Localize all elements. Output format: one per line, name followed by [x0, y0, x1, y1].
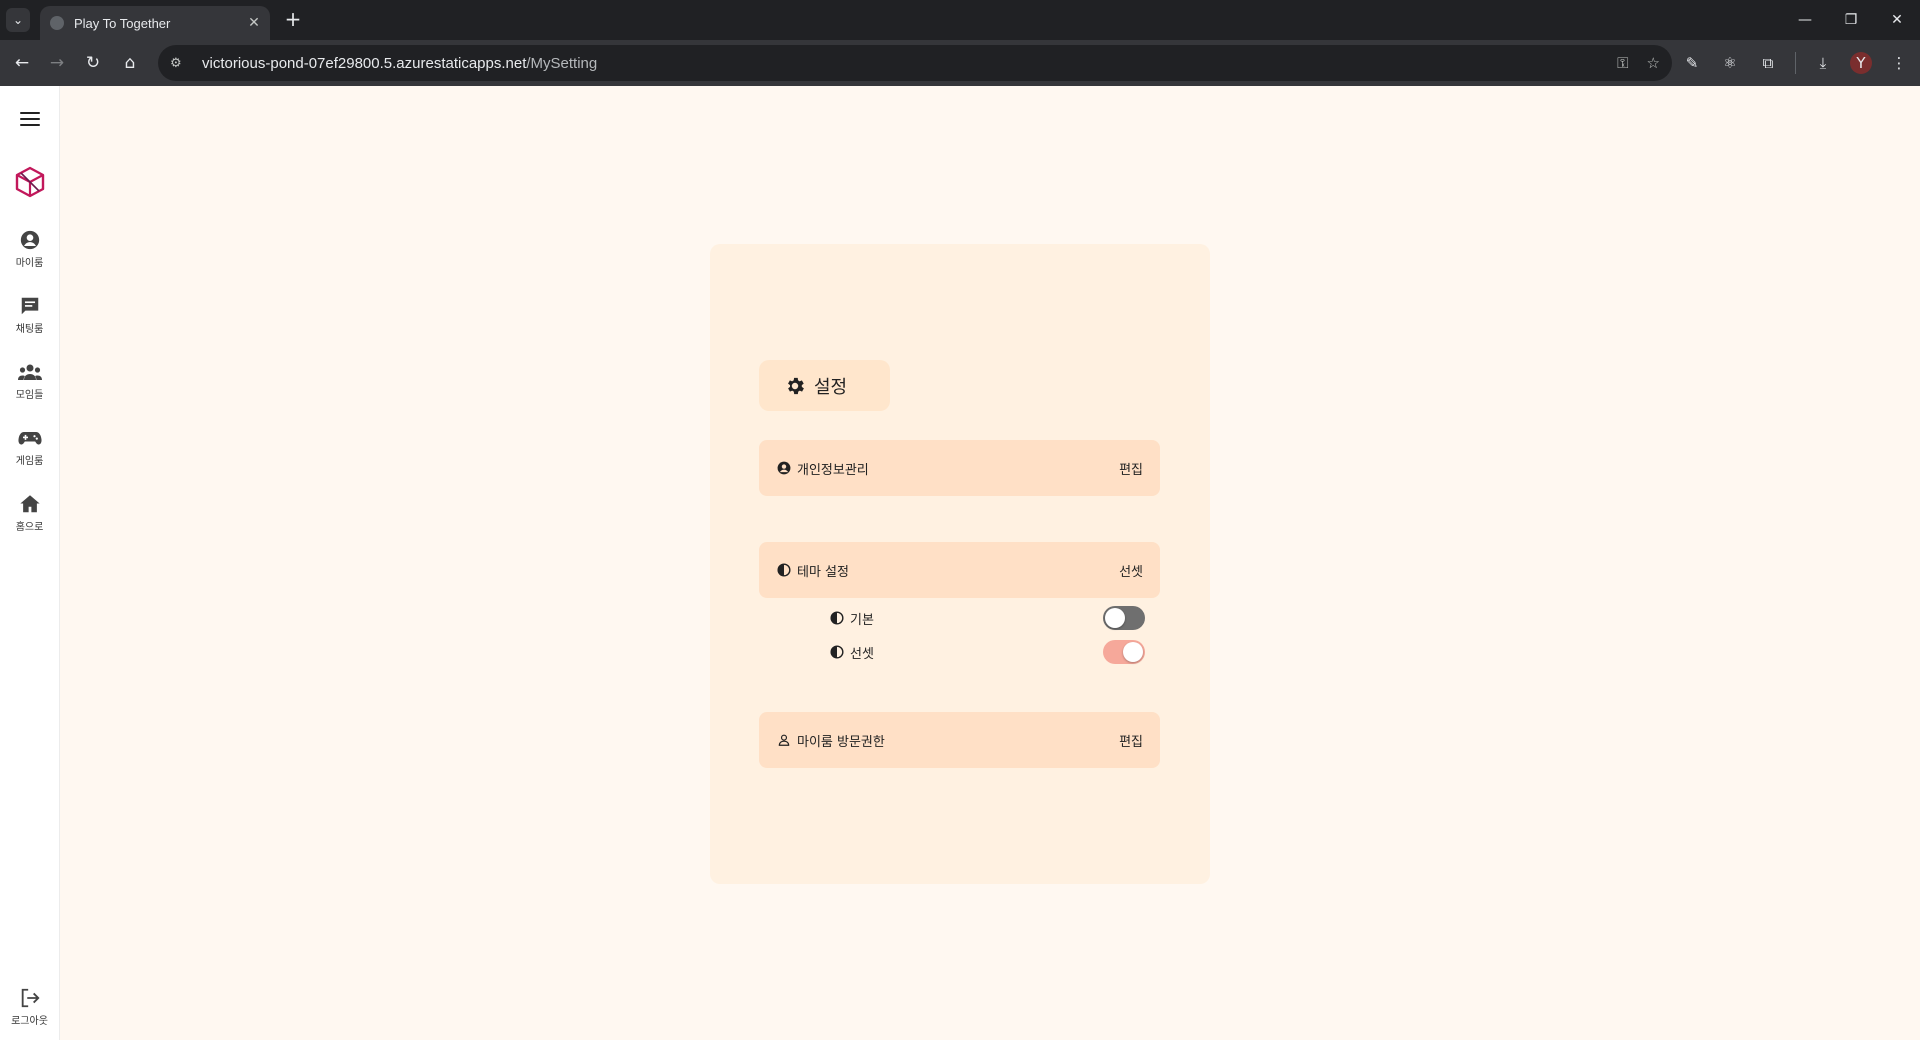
- url-host: victorious-pond-07ef29800.5.azurestatica…: [202, 54, 527, 72]
- forward-icon[interactable]: →: [45, 51, 69, 75]
- react-extension-icon[interactable]: ⚛: [1719, 52, 1741, 74]
- logout-button[interactable]: 로그아웃: [0, 986, 59, 1027]
- profile-avatar[interactable]: Y: [1850, 52, 1872, 74]
- restore-icon[interactable]: ❐: [1828, 0, 1874, 40]
- person-outline-icon: [777, 733, 791, 747]
- privacy-edit-button[interactable]: 편집: [1119, 459, 1143, 478]
- theme-current-value: 선셋: [1119, 564, 1143, 580]
- theme-option-default: 기본: [830, 604, 1160, 632]
- extensions-puzzle-icon[interactable]: ⧉: [1757, 52, 1779, 74]
- visit-permission-label: 마이룸 방문권한: [797, 734, 885, 750]
- browser-toolbar: ← → ↻ ⌂ ⚙ victorious-pond-07ef29800.5.az…: [0, 40, 1920, 86]
- visit-permission-row[interactable]: 마이룸 방문권한 편집: [759, 712, 1160, 768]
- settings-card: 설정 개인정보관리 편집 테마 설정 선셋 기본 선셋 마이룸 방문권한 편집: [710, 244, 1210, 884]
- url-text: victorious-pond-07ef29800.5.azurestatica…: [202, 55, 597, 72]
- bookmark-star-icon[interactable]: ☆: [1647, 54, 1660, 72]
- sidebar-item-label: 마이룸: [15, 258, 44, 269]
- download-icon[interactable]: ⤓: [1812, 52, 1834, 74]
- theme-option-sunset: 선셋: [830, 638, 1160, 666]
- sidebar-item-label: 홈으로: [15, 522, 44, 533]
- reload-icon[interactable]: ↻: [81, 51, 105, 75]
- sidebar-item-label: 채팅룸: [15, 324, 44, 335]
- settings-header: 설정: [759, 360, 890, 411]
- contrast-icon: [830, 611, 844, 625]
- contrast-icon: [830, 645, 844, 659]
- globe-icon: [50, 16, 64, 30]
- theme-settings-row[interactable]: 테마 설정 선셋: [759, 542, 1160, 598]
- close-window-icon[interactable]: ✕: [1874, 0, 1920, 40]
- minimize-icon[interactable]: —: [1782, 0, 1828, 40]
- theme-option-label: 선셋: [850, 646, 874, 662]
- sidebar-item-home[interactable]: 홈으로: [0, 492, 59, 533]
- url-path: /MySetting: [526, 54, 598, 72]
- chat-icon: [0, 294, 59, 318]
- gamepad-icon: [0, 426, 59, 450]
- browser-tab[interactable]: Play To Together ✕: [40, 6, 270, 40]
- hamburger-menu-icon[interactable]: [20, 112, 40, 128]
- sidebar-item-groups[interactable]: 모임들: [0, 360, 59, 401]
- extensions-area: ✎ ⚛ ⧉ ⤓ Y ⋮: [1681, 52, 1910, 74]
- privacy-label: 개인정보관리: [797, 462, 869, 478]
- theme-default-toggle[interactable]: [1103, 606, 1145, 630]
- password-key-icon[interactable]: ⚿: [1617, 54, 1628, 72]
- privacy-settings-row[interactable]: 개인정보관리 편집: [759, 440, 1160, 496]
- new-tab-button[interactable]: +: [282, 9, 304, 31]
- gear-icon: [788, 377, 804, 394]
- tab-title: Play To Together: [74, 15, 171, 31]
- theme-sunset-toggle[interactable]: [1103, 640, 1145, 664]
- home-browser-icon[interactable]: ⌂: [118, 51, 142, 75]
- theme-label: 테마 설정: [797, 564, 849, 580]
- sidebar-item-label: 모임들: [15, 390, 44, 401]
- theme-option-label: 기본: [850, 612, 874, 628]
- sidebar-item-label: 게임룸: [15, 456, 44, 467]
- page-title: 설정: [814, 376, 848, 398]
- pen-extension-icon[interactable]: ✎: [1681, 52, 1703, 74]
- address-bar[interactable]: ⚙ victorious-pond-07ef29800.5.azurestati…: [158, 45, 1672, 81]
- site-info-icon[interactable]: ⚙: [170, 56, 190, 71]
- home-icon: [0, 492, 59, 516]
- visit-permission-edit-button[interactable]: 편집: [1119, 731, 1143, 750]
- app-sidebar: 마이룸 채팅룸 모임들 게임룸 홈으로 로그아웃: [0, 86, 60, 1040]
- cube-logo-icon[interactable]: [14, 166, 46, 198]
- menu-kebab-icon[interactable]: ⋮: [1888, 52, 1910, 74]
- back-icon[interactable]: ←: [10, 51, 34, 75]
- tab-list-button[interactable]: ⌄: [6, 8, 30, 32]
- toggle-knob: [1123, 642, 1143, 662]
- sidebar-item-gameroom[interactable]: 게임룸: [0, 426, 59, 467]
- sidebar-item-myroom[interactable]: 마이룸: [0, 228, 59, 269]
- logout-label: 로그아웃: [11, 1016, 48, 1027]
- toolbar-divider: [1795, 52, 1796, 74]
- close-tab-icon[interactable]: ✕: [244, 15, 264, 31]
- user-circle-icon: [0, 228, 59, 252]
- group-icon: [0, 360, 59, 384]
- logout-icon: [0, 986, 59, 1010]
- user-circle-icon: [777, 461, 791, 475]
- browser-tab-bar: ⌄ Play To Together ✕ + — ❐ ✕: [0, 0, 1920, 40]
- contrast-icon: [777, 563, 791, 577]
- window-controls: — ❐ ✕: [1782, 0, 1920, 40]
- sidebar-item-chatroom[interactable]: 채팅룸: [0, 294, 59, 335]
- toggle-knob: [1105, 608, 1125, 628]
- omnibox-actions: ⚿ ☆: [1617, 54, 1660, 72]
